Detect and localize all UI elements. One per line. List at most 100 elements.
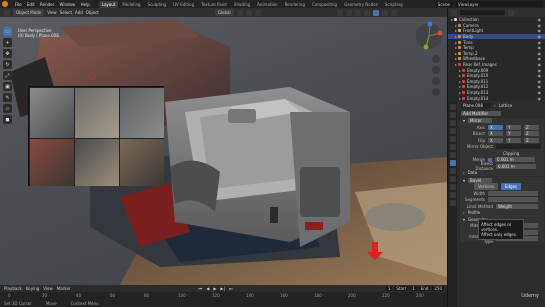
visibility-eye-icon[interactable]: ◉ (538, 28, 542, 33)
view-layer-selector[interactable]: ViewLayer (455, 1, 543, 7)
menu-view[interactable]: View (47, 10, 57, 15)
visibility-eye-icon[interactable]: ◉ (538, 51, 542, 56)
keying-menu[interactable]: Keying (26, 286, 39, 291)
menu-window[interactable]: Window (60, 2, 76, 7)
menu-help[interactable]: Help (81, 2, 90, 7)
proportional-edit-icon[interactable] (254, 9, 261, 16)
bevel-name-field[interactable]: Bevel (468, 177, 493, 183)
menu-render[interactable]: Render (40, 2, 54, 7)
constraints-tab-icon[interactable] (449, 184, 456, 190)
expand-icon[interactable]: ▸ (459, 96, 461, 101)
segments-field[interactable] (488, 197, 538, 203)
view-layer-tab-icon[interactable] (449, 128, 456, 134)
visibility-icon[interactable] (336, 9, 343, 16)
world-tab-icon[interactable] (449, 144, 456, 150)
visibility-eye-icon[interactable]: ◉ (538, 96, 542, 101)
menu-add[interactable]: Add (75, 10, 83, 15)
visibility-eye-icon[interactable]: ◉ (538, 84, 542, 89)
expand-icon[interactable]: ▸ (459, 79, 461, 84)
material-shading-icon[interactable] (381, 9, 388, 16)
menu-object[interactable]: Object (86, 10, 99, 15)
bisect-z-toggle[interactable]: Z (524, 131, 539, 137)
scene-tab-icon[interactable] (449, 136, 456, 142)
end-frame-field[interactable]: 250 (432, 286, 444, 291)
material-tab-icon[interactable] (449, 200, 456, 206)
tab-layout[interactable]: Layout (98, 0, 119, 8)
add-cube-icon[interactable]: ◼ (3, 115, 12, 124)
expand-icon[interactable]: ▸ (455, 62, 457, 67)
width-field[interactable] (488, 190, 538, 196)
flip-z-toggle[interactable]: Z (524, 137, 539, 143)
overlay-toggle-icon[interactable] (354, 9, 361, 16)
collapse-icon[interactable]: ▾ (463, 178, 465, 183)
flip-y-toggle[interactable]: Y (506, 137, 521, 143)
rendered-shading-icon[interactable] (390, 9, 397, 16)
expand-icon[interactable]: ▸ (455, 28, 457, 33)
tab-geometry-nodes[interactable]: Geometry Nodes (341, 1, 381, 8)
rotate-icon[interactable]: ↻ (3, 60, 12, 69)
visibility-eye-icon[interactable]: ◉ (538, 90, 542, 95)
move-icon[interactable]: ✥ (3, 49, 12, 58)
flip-x-toggle[interactable]: X (488, 137, 503, 143)
blender-logo-icon[interactable] (2, 1, 8, 7)
tab-scripting[interactable]: Scripting (382, 1, 406, 8)
measure-icon[interactable]: ▱ (3, 104, 12, 113)
xray-icon[interactable] (363, 9, 370, 16)
expand-icon[interactable]: ▸ (455, 23, 457, 28)
tab-compositing[interactable]: Compositing (309, 1, 340, 8)
scale-icon[interactable]: ⤢ (3, 71, 12, 80)
add-modifier-button[interactable]: Add Modifier (461, 110, 501, 116)
expand-icon[interactable]: ▸ (459, 73, 461, 78)
mirror-name-field[interactable]: Mirror (468, 118, 493, 124)
tool-tab-icon[interactable] (449, 104, 456, 110)
expand-icon[interactable]: ▸ (455, 56, 457, 61)
tab-uv-editing[interactable]: UV Editing (170, 1, 197, 8)
tab-rendering[interactable]: Rendering (282, 1, 308, 8)
pan-icon[interactable] (432, 66, 440, 74)
bisect-y-toggle[interactable]: Y (506, 131, 521, 137)
bisect-distance-field[interactable]: 0.001 m (496, 163, 536, 169)
timeline-ruler[interactable]: 0 20 40 60 80 100 120 140 160 180 200 220 240 (0, 292, 447, 298)
filter-icon[interactable] (508, 9, 514, 16)
reference-image[interactable] (28, 86, 164, 186)
marker-menu[interactable]: Marker (57, 286, 71, 291)
transform-icon[interactable]: ▣ (3, 82, 12, 91)
axis-x-toggle[interactable]: X (488, 124, 503, 130)
3d-viewport[interactable]: User Perspective (0) Body | Plane.008 (0, 17, 447, 285)
playback-menu[interactable]: Playback (4, 286, 22, 291)
visibility-eye-icon[interactable]: ◉ (538, 34, 542, 39)
zoom-icon[interactable] (432, 55, 440, 63)
menu-edit[interactable]: Edit (27, 2, 35, 7)
visibility-eye-icon[interactable]: ◉ (538, 23, 542, 28)
snap-icon[interactable] (245, 9, 252, 16)
visibility-eye-icon[interactable]: ◉ (538, 40, 542, 45)
object-tab-icon[interactable] (449, 152, 456, 158)
clipping-checkbox[interactable] (496, 151, 500, 156)
jump-start-icon[interactable]: ⏮ (199, 286, 203, 291)
solid-shading-icon[interactable] (372, 9, 379, 16)
tab-modeling[interactable]: Modeling (119, 1, 143, 8)
visibility-eye-icon[interactable]: ◉ (538, 17, 542, 22)
visibility-eye-icon[interactable]: ◉ (538, 56, 542, 61)
axis-z-toggle[interactable]: Z (524, 124, 539, 130)
expand-icon[interactable]: ▸ (459, 68, 461, 73)
particles-tab-icon[interactable] (449, 168, 456, 174)
jump-end-icon[interactable]: ⏭ (229, 286, 233, 291)
select-box-icon[interactable]: ▭ (3, 27, 12, 36)
next-key-icon[interactable]: ▶| (220, 286, 224, 291)
bisect-x-toggle[interactable]: X (488, 131, 503, 137)
start-frame-field[interactable]: 1 (410, 286, 417, 291)
tab-texture-paint[interactable]: Texture Paint (198, 1, 230, 8)
expand-icon[interactable]: ▸ (459, 90, 461, 95)
expand-icon[interactable]: ▸ (451, 17, 453, 22)
tab-animation[interactable]: Animation (254, 1, 280, 8)
view-menu[interactable]: View (43, 286, 53, 291)
mirror-object-field[interactable] (496, 144, 541, 150)
output-tab-icon[interactable] (449, 120, 456, 126)
merge-distance-field[interactable]: 0.001 m (495, 157, 535, 163)
menu-select[interactable]: Select (60, 10, 72, 15)
prev-key-icon[interactable]: ◀ (206, 286, 209, 291)
display-mode-icon[interactable] (451, 9, 457, 16)
expand-icon[interactable]: ▸ (455, 45, 457, 50)
mode-dropdown[interactable]: Object Mode (13, 9, 45, 16)
